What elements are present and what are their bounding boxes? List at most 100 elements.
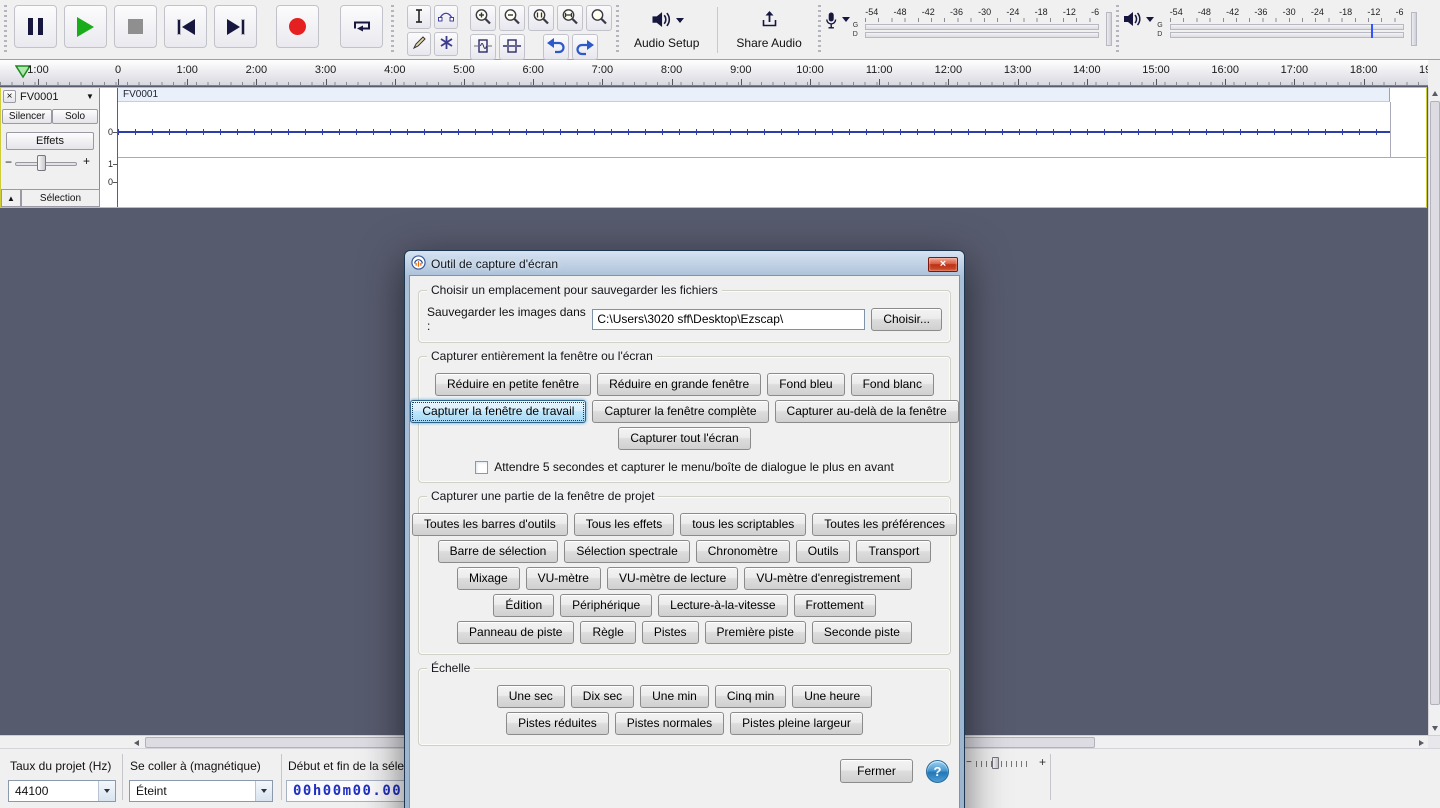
zoom-in-button[interactable] — [470, 5, 496, 31]
skip-to-end-button[interactable] — [214, 5, 257, 48]
chronometre-button[interactable]: Chronomètre — [695, 540, 790, 563]
meter-resize-handle[interactable] — [1410, 12, 1417, 46]
choose-folder-button[interactable]: Choisir... — [871, 307, 942, 331]
help-button[interactable]: ? — [926, 759, 949, 783]
edition-button[interactable]: Édition — [493, 594, 555, 617]
gain-slider-thumb[interactable] — [37, 155, 46, 171]
mixage-button[interactable]: Mixage — [456, 567, 520, 590]
record-button[interactable] — [276, 5, 319, 48]
track-close-button[interactable]: × — [3, 90, 16, 103]
capturer-au-dela-de-la-fenetre-button[interactable]: Capturer au-delà de la fenêtre — [774, 400, 959, 423]
vertical-scroll-thumb[interactable] — [1430, 101, 1440, 705]
capturer-la-fenetre-complete-button[interactable]: Capturer la fenêtre complète — [592, 400, 769, 423]
vertical-scrollbar[interactable] — [1428, 87, 1440, 735]
transport-button[interactable]: Transport — [856, 540, 932, 563]
vertical-scale-ruler[interactable]: 010 — [100, 88, 118, 207]
gain-slider[interactable] — [15, 162, 77, 166]
mute-button[interactable]: Silencer — [2, 109, 52, 124]
tous-les-effets-button[interactable]: Tous les effets — [573, 513, 675, 536]
selection-tool-button[interactable] — [407, 5, 431, 29]
pistes-normales-button[interactable]: Pistes normales — [614, 712, 725, 735]
fond-blanc-button[interactable]: Fond blanc — [850, 373, 934, 396]
pistes-button[interactable]: Pistes — [641, 621, 699, 644]
selection-time-display[interactable]: 00h00m00.00 — [286, 780, 410, 802]
trim-audio-button[interactable] — [470, 34, 496, 60]
project-rate-select[interactable]: 44100 — [8, 780, 116, 802]
dropdown-button[interactable] — [255, 781, 272, 801]
track-collapse-button[interactable]: ▲ — [1, 189, 21, 207]
toolbar-drag-handle[interactable] — [616, 5, 619, 55]
recording-meter[interactable]: GD -54 -48 -42 -36 -30 -24 -18 -12 -6 — [824, 5, 1113, 46]
toolbar-drag-handle[interactable] — [4, 5, 7, 55]
track-name[interactable]: FV0001 — [20, 91, 59, 103]
dix-sec-button[interactable]: Dix sec — [570, 685, 635, 708]
premiere-piste-button[interactable]: Première piste — [704, 621, 806, 644]
solo-button[interactable]: Solo — [52, 109, 98, 124]
selection-spectrale-button[interactable]: Sélection spectrale — [564, 540, 690, 563]
dropdown-button[interactable] — [98, 781, 115, 801]
lecture-a-la-vitesse-button[interactable]: Lecture-à-la-vitesse — [658, 594, 788, 617]
skip-to-start-button[interactable] — [164, 5, 207, 48]
vu-metre-button[interactable]: VU-mètre — [525, 567, 601, 590]
audio-setup-button[interactable]: Audio Setup — [622, 4, 711, 56]
draw-tool-button[interactable] — [407, 32, 431, 56]
pistes-reduites-button[interactable]: Pistes réduites — [506, 712, 609, 735]
selection-format-label[interactable]: Début et fin de la sélect — [288, 759, 413, 773]
une-sec-button[interactable]: Une sec — [496, 685, 565, 708]
play-button[interactable] — [64, 5, 107, 48]
toutes-les-barres-d-outils-button[interactable]: Toutes les barres d'outils — [412, 513, 568, 536]
pistes-pleine-largeur-button[interactable]: Pistes pleine largeur — [730, 712, 863, 735]
silence-audio-button[interactable] — [499, 34, 525, 60]
track-select-button[interactable]: Sélection — [21, 189, 100, 207]
zoom-toggle-button[interactable] — [586, 5, 612, 31]
barre-de-selection-button[interactable]: Barre de sélection — [437, 540, 559, 563]
clip-title[interactable]: FV0001 — [118, 88, 1390, 102]
speed-slider-thumb[interactable] — [992, 757, 999, 769]
redo-button[interactable] — [572, 34, 598, 60]
pause-button[interactable] — [14, 5, 57, 48]
fit-project-button[interactable] — [557, 5, 583, 31]
track-menu-caret-icon[interactable]: ▼ — [86, 92, 94, 101]
vu-metre-d-enregistrement-button[interactable]: VU-mètre d'enregistrement — [744, 567, 913, 590]
wait-5s-checkbox[interactable] — [475, 460, 489, 474]
une-heure-button[interactable]: Une heure — [792, 685, 873, 708]
panneau-de-piste-button[interactable]: Panneau de piste — [457, 621, 575, 644]
dialog-close-button[interactable]: × — [928, 256, 958, 272]
loop-button[interactable] — [340, 5, 383, 48]
toolbar-drag-handle[interactable] — [817, 5, 821, 55]
envelope-tool-button[interactable] — [434, 5, 458, 29]
toolbar-drag-handle[interactable] — [391, 5, 394, 55]
capturer-la-fenetre-de-travail-button[interactable]: Capturer la fenêtre de travail — [410, 400, 587, 423]
undo-button[interactable] — [543, 34, 569, 60]
play-at-speed-slider[interactable]: − + — [966, 755, 1046, 771]
dialog-titlebar[interactable]: Outil de capture d'écran × — [409, 253, 960, 275]
fit-selection-button[interactable] — [528, 5, 554, 31]
zoom-out-button[interactable] — [499, 5, 525, 31]
toolbar-drag-handle[interactable] — [1116, 5, 1120, 55]
multi-tool-button[interactable] — [434, 32, 458, 56]
seconde-piste-button[interactable]: Seconde piste — [811, 621, 912, 644]
save-path-input[interactable] — [592, 308, 866, 330]
playback-meter[interactable]: GD -54 -48 -42 -36 -30 -24 -18 -12 -6 — [1122, 5, 1417, 46]
timeline-ruler[interactable]: 1:00 0 1:00 2:00 3:00 4:00 5:00 6:00 7:00 8:00 9:0… — [0, 60, 1428, 86]
regle-button[interactable]: Règle — [580, 621, 636, 644]
peripherique-button[interactable]: Périphérique — [560, 594, 653, 617]
scroll-down-button[interactable] — [1429, 722, 1440, 735]
capturer-tout-l-ecran-button[interactable]: Capturer tout l'écran — [618, 427, 751, 450]
reduire-en-petite-fenetre-button[interactable]: Réduire en petite fenêtre — [435, 373, 592, 396]
outils-button[interactable]: Outils — [795, 540, 851, 563]
tous-les-scriptables-button[interactable]: tous les scriptables — [680, 513, 807, 536]
vu-metre-de-lecture-button[interactable]: VU-mètre de lecture — [606, 567, 739, 590]
share-audio-button[interactable]: Share Audio — [724, 4, 813, 56]
meter-resize-handle[interactable] — [1106, 12, 1113, 46]
snap-select[interactable]: Éteint — [129, 780, 273, 802]
toutes-les-preferences-button[interactable]: Toutes les préférences — [812, 513, 957, 536]
fermer-button[interactable]: Fermer — [840, 759, 913, 783]
frottement-button[interactable]: Frottement — [793, 594, 876, 617]
scroll-up-button[interactable] — [1429, 87, 1440, 100]
reduire-en-grande-fenetre-button[interactable]: Réduire en grande fenêtre — [597, 373, 762, 396]
track-clip-area[interactable]: FV0001 — [118, 88, 1426, 207]
stop-button[interactable] — [114, 5, 157, 48]
fond-bleu-button[interactable]: Fond bleu — [767, 373, 845, 396]
une-min-button[interactable]: Une min — [640, 685, 709, 708]
